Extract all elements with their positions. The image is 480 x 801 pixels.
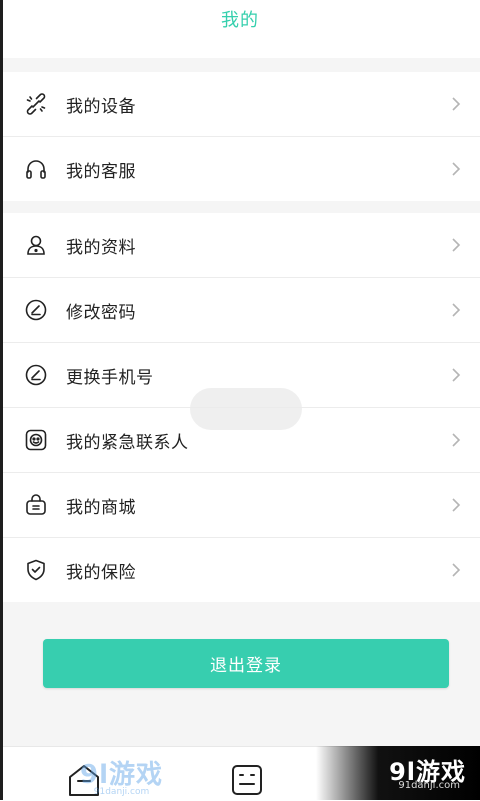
page-header: 我的 [0,0,480,58]
menu-item-label: 我的保险 [66,562,136,583]
chevron-right-icon [452,498,461,512]
chevron-right-icon [452,563,461,577]
logout-button[interactable]: 退出登录 [43,639,449,688]
watermark-domain: 91danji.com [93,787,150,797]
chevron-right-icon [452,162,461,176]
menu-item-my-service[interactable]: 我的客服 [0,137,480,201]
user-profile-icon [24,233,48,257]
edit-circle-icon [24,298,48,322]
menu-item-my-shop[interactable]: 我的商城 [0,473,480,538]
page-title: 我的 [221,10,259,31]
menu-item-my-profile[interactable]: 我的资料 [0,213,480,278]
profile-tab-icon[interactable] [230,763,264,797]
shop-basket-icon [24,493,48,517]
emergency-contact-icon [24,428,48,452]
left-edge-bar [0,0,3,800]
menu-item-label: 我的设备 [66,96,136,117]
watermark-brand: 9l游戏 [80,760,164,790]
menu-item-label: 我的商城 [66,497,136,518]
menu-item-label: 我的紧急联系人 [66,432,189,453]
chevron-right-icon [452,433,461,447]
menu-item-label: 我的客服 [66,161,136,182]
chevron-right-icon [452,97,461,111]
menu-item-label: 修改密码 [66,302,136,323]
device-link-icon [24,92,48,116]
edit-circle-icon [24,363,48,387]
chevron-right-icon [452,303,461,317]
headset-icon [24,157,48,181]
menu-item-my-insurance[interactable]: 我的保险 [0,538,480,602]
menu-group-service: 我的设备 我的客服 [0,72,480,201]
chevron-right-icon [452,238,461,252]
menu-item-label: 我的资料 [66,237,136,258]
toast-overlay [190,388,302,430]
menu-item-label: 更换手机号 [66,367,154,388]
menu-item-change-password[interactable]: 修改密码 [0,278,480,343]
watermark-left: 9l游戏 91danji.com [80,754,163,797]
shield-check-icon [24,558,48,582]
watermark-right: 9l游戏 91danji.com [316,746,480,800]
chevron-right-icon [452,368,461,382]
menu-item-my-device[interactable]: 我的设备 [0,72,480,137]
watermark-domain: 91danji.com [398,780,460,791]
